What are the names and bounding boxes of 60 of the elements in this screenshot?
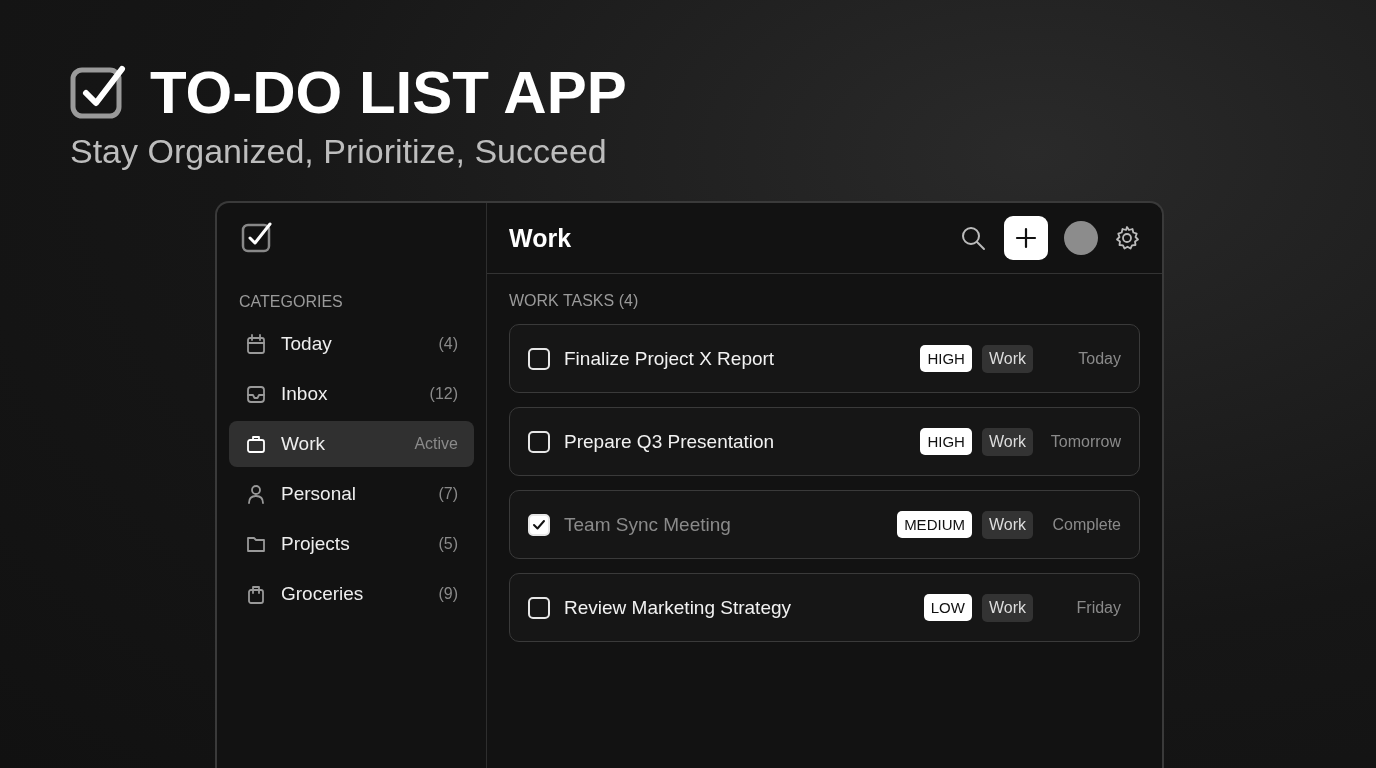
sidebar-label: Projects: [281, 533, 351, 555]
sidebar-label: Inbox: [281, 383, 329, 405]
checkbox[interactable]: [528, 513, 550, 536]
sidebar-item[interactable]: Work Active: [229, 421, 474, 467]
person-icon: [245, 483, 267, 505]
count-label: (4): [438, 335, 458, 353]
section-heading: CATEGORIES: [239, 293, 344, 311]
task-card[interactable]: Prepare Q3 Presentation HIGH Work Tomorrow: [509, 407, 1140, 476]
sidebar-item[interactable]: Groceries (9): [229, 571, 474, 617]
category-tag: Work: [981, 427, 1033, 456]
sidebar-label: Personal: [281, 483, 357, 505]
calendar-icon: [245, 333, 267, 355]
count-label: (7): [438, 485, 458, 503]
hero-subtitle: Stay Organized, Prioritize, Succeed: [70, 132, 608, 171]
task-title: Team Sync Meeting: [564, 513, 732, 536]
plus-icon: [1015, 227, 1037, 249]
checkbox[interactable]: [528, 347, 550, 370]
task-title: Prepare Q3 Presentation: [564, 430, 776, 453]
briefcase-icon: [245, 433, 267, 455]
due-label: Friday: [1075, 598, 1121, 617]
priority-tag: HIGH: [920, 428, 972, 455]
shopping-bag-icon: [245, 583, 267, 605]
count-label: (12): [429, 385, 458, 403]
sidebar-item[interactable]: Today (4): [229, 321, 474, 367]
task-card[interactable]: Finalize Project X Report HIGH Work Today: [509, 324, 1140, 393]
sidebar-label: Groceries: [281, 583, 365, 605]
due-label: Today: [1077, 349, 1121, 368]
priority-tag: MEDIUM: [897, 511, 972, 538]
sidebar-item[interactable]: Personal (7): [229, 471, 474, 517]
section-heading: WORK TASKS (4): [509, 292, 640, 310]
search-icon[interactable]: [960, 225, 986, 251]
settings-icon[interactable]: [1114, 225, 1140, 251]
category-tag: Work: [981, 593, 1033, 622]
category-tag: Work: [981, 344, 1033, 373]
count-label: Active: [414, 435, 458, 453]
checkbox-logo-icon: [70, 64, 128, 122]
checkbox-logo-icon: [241, 221, 273, 253]
sidebar-label: Today: [281, 333, 333, 355]
task-title: Finalize Project X Report: [564, 347, 776, 370]
task-title: Review Marketing Strategy: [564, 596, 793, 619]
count-label: (5): [438, 535, 458, 553]
due-label: Tomorrow: [1049, 432, 1121, 451]
checkbox[interactable]: [528, 596, 550, 619]
sidebar-label: Work: [281, 433, 326, 455]
priority-tag: LOW: [923, 594, 972, 621]
avatar[interactable]: [1064, 221, 1098, 255]
inbox-icon: [245, 383, 267, 405]
sidebar-item[interactable]: Inbox (12): [229, 371, 474, 417]
task-card[interactable]: Team Sync Meeting MEDIUM Work Complete: [509, 490, 1140, 559]
priority-tag: HIGH: [920, 345, 972, 372]
hero-title: TO-DO LIST APP: [150, 60, 627, 126]
category-tag: Work: [981, 510, 1033, 539]
sidebar-item[interactable]: Projects (5): [229, 521, 474, 567]
add-button[interactable]: [1004, 216, 1048, 260]
checkmark-icon: [532, 517, 546, 532]
page-title: Work: [509, 223, 573, 253]
count-label: (9): [438, 585, 458, 603]
task-card[interactable]: Review Marketing Strategy LOW Work Friday: [509, 573, 1140, 642]
due-label: Complete: [1051, 515, 1121, 534]
checkbox[interactable]: [528, 430, 550, 453]
